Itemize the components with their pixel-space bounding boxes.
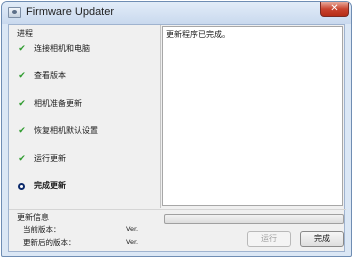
step-run-update: ✔ 运行更新 <box>17 153 157 167</box>
window-title: Firmware Updater <box>26 6 115 18</box>
step-restore-defaults: ✔ 恢复相机默认设置 <box>17 125 157 139</box>
step-label: 相机准备更新 <box>34 99 82 108</box>
check-icon: ✔ <box>18 126 26 136</box>
run-button[interactable]: 运行 <box>247 231 291 247</box>
updated-version-label: 更新后的版本： <box>23 238 76 247</box>
step-prepare: ✔ 相机准备更新 <box>17 98 157 112</box>
step-label: 完成更新 <box>34 181 66 190</box>
client-area: 进程 ✔ 连接相机和电脑 ✔ 查看版本 ✔ 相机准备更新 ✔ 恢复相机默认设置 … <box>8 24 346 252</box>
update-info-heading: 更新信息 <box>17 213 49 222</box>
current-step-icon <box>18 183 25 190</box>
current-version-label: 当前版本： <box>23 225 61 234</box>
step-label: 恢复相机默认设置 <box>34 126 98 135</box>
panel-divider <box>160 25 161 208</box>
bottom-separator <box>9 209 346 210</box>
steps-heading: 进程 <box>17 29 33 38</box>
title-bar[interactable]: Firmware Updater ✕ <box>2 2 351 24</box>
step-label: 运行更新 <box>34 154 66 163</box>
step-label: 连接相机和电脑 <box>34 44 90 53</box>
check-icon: ✔ <box>18 99 26 109</box>
close-button[interactable]: ✕ <box>320 2 349 17</box>
step-label: 查看版本 <box>34 71 66 80</box>
finish-button[interactable]: 完成 <box>300 231 344 247</box>
check-icon: ✔ <box>18 44 26 54</box>
updated-version-value: Ver. <box>126 238 139 246</box>
check-icon: ✔ <box>18 154 26 164</box>
step-complete: 完成更新 <box>17 180 157 194</box>
steps-panel: 进程 ✔ 连接相机和电脑 ✔ 查看版本 ✔ 相机准备更新 ✔ 恢复相机默认设置 … <box>9 25 159 208</box>
log-text-area[interactable]: 更新程序已完成。 <box>162 26 343 206</box>
camera-app-icon <box>8 7 21 18</box>
step-check-version: ✔ 查看版本 <box>17 70 157 84</box>
log-message: 更新程序已完成。 <box>166 30 230 39</box>
update-progress-bar <box>164 214 344 224</box>
check-icon: ✔ <box>18 71 26 81</box>
updater-window: Firmware Updater ✕ 进程 ✔ 连接相机和电脑 ✔ 查看版本 ✔… <box>1 1 352 257</box>
step-connect: ✔ 连接相机和电脑 <box>17 43 157 57</box>
current-version-value: Ver. <box>126 225 139 233</box>
